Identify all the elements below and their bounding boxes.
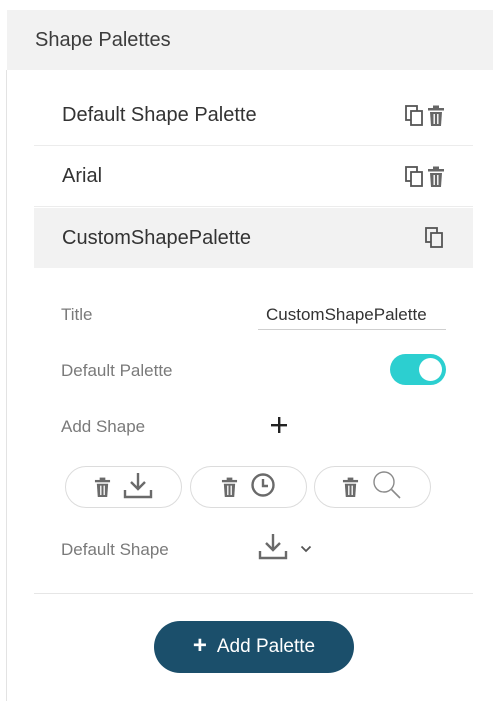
palette-row-custom[interactable]: CustomShapePalette xyxy=(34,208,473,268)
plus-icon: + xyxy=(192,632,207,659)
panel-border xyxy=(6,70,7,701)
shape-chip-download[interactable] xyxy=(65,466,182,508)
palette-name: CustomShapePalette xyxy=(62,226,252,249)
delete-icon[interactable] xyxy=(342,477,359,498)
copy-icon[interactable] xyxy=(405,165,425,188)
delete-icon[interactable] xyxy=(221,477,238,498)
palette-name: Default Shape Palette xyxy=(62,104,257,126)
delete-icon[interactable] xyxy=(427,105,445,127)
shape-chip-clock[interactable] xyxy=(190,466,307,508)
shape-palettes-panel: Shape Palettes Default Shape Palette Ari… xyxy=(0,0,493,701)
delete-icon[interactable] xyxy=(427,166,445,188)
default-palette-toggle[interactable] xyxy=(390,354,446,385)
title-label: Title xyxy=(61,305,93,324)
download-icon xyxy=(258,532,288,565)
add-shape-plus-icon[interactable] xyxy=(268,414,290,436)
default-shape-label: Default Shape xyxy=(61,540,169,559)
title-input[interactable] xyxy=(258,300,446,330)
default-palette-label: Default Palette xyxy=(61,361,173,380)
palette-name: Arial xyxy=(62,165,103,187)
copy-icon[interactable] xyxy=(405,104,425,127)
palette-row-default[interactable]: Default Shape Palette xyxy=(34,86,473,146)
panel-header: Shape Palettes xyxy=(7,10,493,70)
add-palette-label: Add Palette xyxy=(216,636,316,657)
copy-icon[interactable] xyxy=(425,227,445,249)
clock-icon xyxy=(250,472,276,503)
panel-title: Shape Palettes xyxy=(35,28,171,51)
add-palette-button[interactable]: + Add Palette xyxy=(154,621,354,673)
shape-chip-search[interactable] xyxy=(314,466,431,508)
row-actions xyxy=(425,227,445,249)
row-actions xyxy=(405,104,445,127)
delete-icon[interactable] xyxy=(94,477,111,498)
default-shape-select[interactable] xyxy=(258,532,312,565)
row-actions xyxy=(405,165,445,188)
divider xyxy=(34,593,473,594)
palette-row-arial[interactable]: Arial xyxy=(34,147,473,207)
download-icon xyxy=(123,471,153,504)
add-shape-label: Add Shape xyxy=(61,417,146,436)
chevron-down-icon xyxy=(300,540,312,558)
search-icon xyxy=(371,469,403,506)
toggle-knob xyxy=(419,358,442,381)
